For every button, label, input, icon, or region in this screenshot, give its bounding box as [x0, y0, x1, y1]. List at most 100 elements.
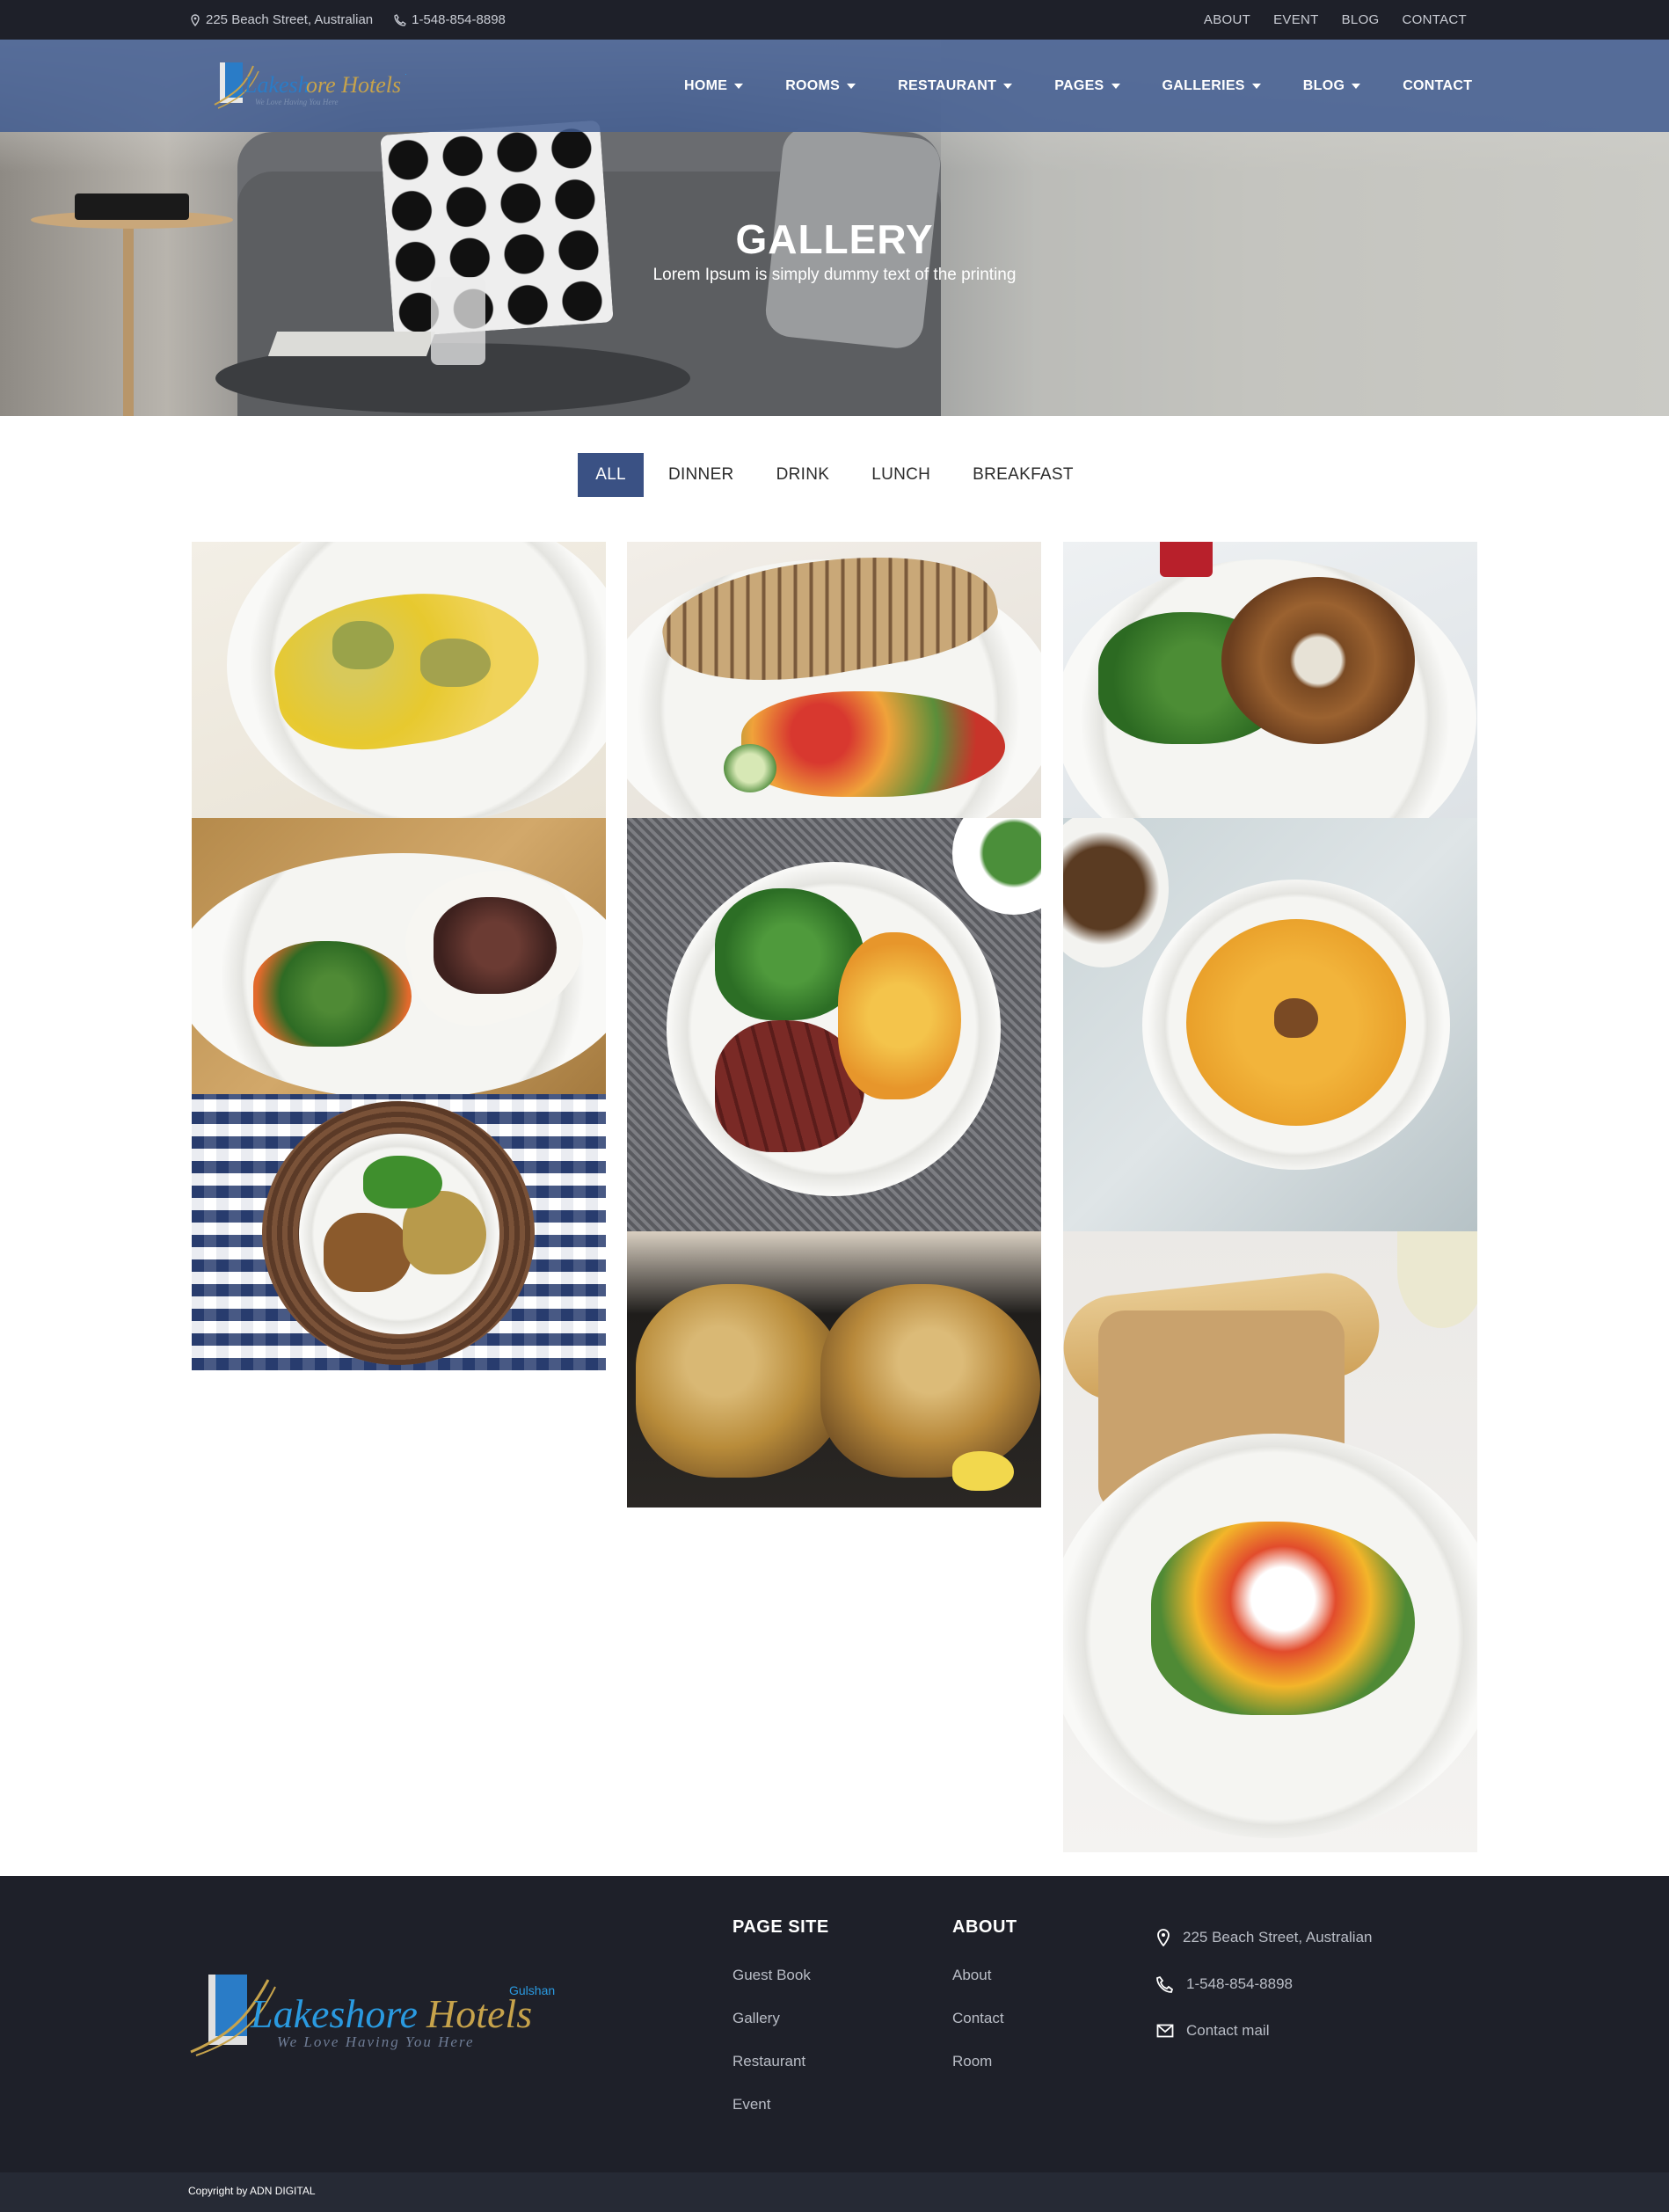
- svg-text:We Love Having You Here: We Love Having You Here: [255, 98, 339, 106]
- caret-down-icon: [1251, 83, 1261, 89]
- svg-text:ore Hotels: ore Hotels: [306, 72, 401, 98]
- wine-glass: [1397, 1231, 1477, 1328]
- site-footer: Lakeshore Hotels We Love Having You Here…: [0, 1876, 1669, 2172]
- meat-food: [324, 1213, 412, 1292]
- caret-down-icon: [847, 83, 856, 89]
- nav-pages-label: PAGES: [1054, 77, 1104, 93]
- footer-page-site-title: PAGE SITE: [732, 1917, 829, 1937]
- nav-contact-label: CONTACT: [1403, 77, 1473, 93]
- nav-pages[interactable]: PAGES: [1054, 77, 1120, 94]
- topbar-address: 225 Beach Street, Australian: [190, 12, 373, 27]
- svg-text:Hotels: Hotels: [426, 1991, 532, 2036]
- nav-restaurant[interactable]: RESTAURANT: [898, 77, 1013, 94]
- svg-text:·: ·: [404, 69, 407, 78]
- bagel-food: [1221, 577, 1415, 744]
- topbar-link-about[interactable]: ABOUT: [1204, 12, 1250, 27]
- copyright-bar: Copyright by ADN DIGITAL: [0, 2172, 1669, 2212]
- vegetables-food: [741, 691, 1005, 797]
- footer-about-title: ABOUT: [952, 1917, 1017, 1937]
- filter-lunch[interactable]: LUNCH: [854, 453, 948, 497]
- caret-down-icon: [1352, 83, 1361, 89]
- chicken-food: [820, 1284, 1040, 1478]
- footer-link-gallery[interactable]: Gallery: [732, 2010, 780, 2027]
- svg-text:Lakeshore: Lakeshore: [250, 1991, 418, 2036]
- brand-logo[interactable]: Lakesh ore Hotels · We Love Having You H…: [211, 57, 422, 113]
- croutons-bowl: [1063, 818, 1169, 967]
- nav-rooms-label: ROOMS: [785, 77, 841, 93]
- beans-food: [363, 1156, 442, 1208]
- footer-brand-badge: Gulshan: [509, 1983, 556, 1997]
- topbar: 225 Beach Street, Australian 1-548-854-8…: [0, 0, 1669, 40]
- filter-drink[interactable]: DRINK: [759, 453, 848, 497]
- hero-jar: [431, 277, 485, 365]
- footer-phone-text: 1-548-854-8898: [1186, 1975, 1293, 1992]
- topbar-link-blog[interactable]: BLOG: [1342, 12, 1380, 27]
- caret-down-icon: [1111, 83, 1120, 89]
- footer-brand-logo[interactable]: Lakeshore Hotels We Love Having You Here…: [189, 1964, 558, 2061]
- gallery-item-roast-chicken[interactable]: [627, 1231, 1041, 1508]
- nav-galleries-label: GALLERIES: [1162, 77, 1245, 93]
- footer-address-text: 225 Beach Street, Australian: [1183, 1929, 1373, 1946]
- copyright-text: Copyright by ADN DIGITAL: [188, 2185, 316, 2197]
- topbar-phone: 1-548-854-8898: [394, 12, 506, 27]
- nav-restaurant-label: RESTAURANT: [898, 77, 997, 93]
- filter-breakfast[interactable]: BREAKFAST: [955, 453, 1091, 497]
- gallery-item-steak-salad[interactable]: [192, 818, 606, 1094]
- filter-dinner[interactable]: DINNER: [651, 453, 752, 497]
- chicken-food: [636, 1284, 847, 1478]
- filter-all[interactable]: ALL: [578, 453, 644, 497]
- nav-home[interactable]: HOME: [684, 77, 744, 94]
- phone-icon: [1156, 1975, 1174, 1993]
- page-subtitle: Lorem Ipsum is simply dummy text of the …: [652, 266, 1017, 284]
- main-nav: HOME ROOMS RESTAURANT PAGES GALLERIES BL…: [684, 40, 1472, 132]
- nav-home-label: HOME: [684, 77, 728, 93]
- topbar-phone-text: 1-548-854-8898: [412, 12, 506, 27]
- footer-contact-mail[interactable]: Contact mail: [1156, 2022, 1269, 2040]
- gallery-item-pumpkin-soup[interactable]: [1063, 818, 1477, 1231]
- gallery-item-beef-vegetable-plate[interactable]: [627, 818, 1041, 1231]
- topbar-link-event[interactable]: EVENT: [1273, 12, 1319, 27]
- footer-link-guest-book[interactable]: Guest Book: [732, 1967, 811, 1984]
- gallery-item-bagel-sandwich[interactable]: [1063, 542, 1477, 818]
- salad-food: [253, 941, 412, 1047]
- brand-logo-graphic: Lakesh ore Hotels · We Love Having You H…: [214, 62, 407, 109]
- caret-down-icon: [734, 83, 744, 89]
- nav-blog-label: BLOG: [1302, 77, 1345, 93]
- footer-logo-graphic: Lakeshore Hotels We Love Having You Here: [190, 1975, 532, 2056]
- gallery-filter: ALL DINNER DRINK LUNCH BREAKFAST: [0, 453, 1669, 497]
- nav-galleries[interactable]: GALLERIES: [1162, 78, 1261, 94]
- gallery-item-ravioli[interactable]: [192, 542, 606, 818]
- lemon: [952, 1451, 1014, 1491]
- main-header: Lakesh ore Hotels · We Love Having You H…: [0, 40, 1669, 132]
- caret-down-icon: [1003, 83, 1013, 89]
- nav-rooms[interactable]: ROOMS: [785, 78, 856, 94]
- footer-contact-address: 225 Beach Street, Australian: [1156, 1929, 1372, 1946]
- drink-glass: [1160, 542, 1213, 577]
- topbar-info: 225 Beach Street, Australian 1-548-854-8…: [190, 0, 506, 40]
- side-bowl: [952, 818, 1041, 915]
- gallery-item-burrata-plate[interactable]: [1063, 1231, 1477, 1852]
- nav-contact[interactable]: CONTACT: [1403, 78, 1472, 94]
- footer-contact-phone: 1-548-854-8898: [1156, 1975, 1293, 1993]
- footer-link-room[interactable]: Room: [952, 2053, 992, 2070]
- ravioli-filling: [332, 621, 394, 669]
- footer-link-contact[interactable]: Contact: [952, 2010, 1004, 2027]
- svg-text:We Love Having You Here: We Love Having You Here: [277, 2033, 474, 2050]
- topbar-links: ABOUT EVENT BLOG CONTACT: [1204, 0, 1467, 40]
- gallery-item-checkered-table-plate[interactable]: [192, 1094, 606, 1370]
- footer-mail-text: Contact mail: [1186, 2022, 1270, 2039]
- topbar-address-text: 225 Beach Street, Australian: [206, 12, 374, 27]
- gallery-item-grilled-fish[interactable]: [627, 542, 1041, 818]
- footer-link-restaurant[interactable]: Restaurant: [732, 2053, 805, 2070]
- footer-link-about[interactable]: About: [952, 1967, 991, 1984]
- steak-food: [434, 897, 557, 994]
- page-title: GALLERY: [735, 216, 934, 262]
- footer-link-event[interactable]: Event: [732, 2096, 770, 2113]
- phone-icon: [394, 13, 406, 26]
- nav-blog[interactable]: BLOG: [1302, 77, 1361, 94]
- location-pin-icon: [1157, 1929, 1170, 1946]
- svg-text:Lakesh: Lakesh: [244, 72, 310, 98]
- hero-book: [267, 332, 436, 356]
- mail-icon: [1156, 2024, 1174, 2038]
- topbar-link-contact[interactable]: CONTACT: [1403, 12, 1467, 27]
